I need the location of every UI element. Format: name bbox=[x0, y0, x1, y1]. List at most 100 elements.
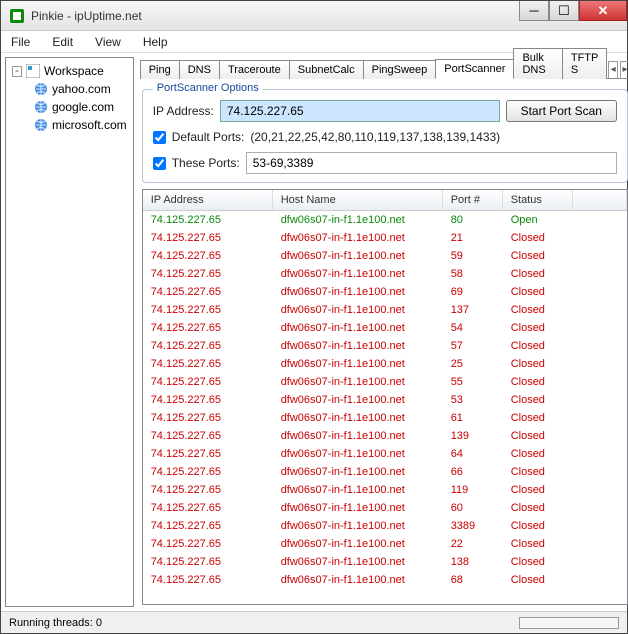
tree-root[interactable]: - Workspace bbox=[6, 62, 133, 80]
these-ports-checkbox[interactable] bbox=[153, 157, 166, 170]
cell-ip: 74.125.227.65 bbox=[143, 555, 273, 569]
these-ports-label: These Ports: bbox=[172, 156, 240, 170]
table-row[interactable]: 74.125.227.65dfw06s07-in-f1.1e100.net139… bbox=[143, 427, 627, 445]
cell-port: 53 bbox=[443, 393, 503, 407]
cell-host: dfw06s07-in-f1.1e100.net bbox=[273, 447, 443, 461]
cell-ip: 74.125.227.65 bbox=[143, 249, 273, 263]
table-row[interactable]: 74.125.227.65dfw06s07-in-f1.1e100.net53C… bbox=[143, 391, 627, 409]
table-row[interactable]: 74.125.227.65dfw06s07-in-f1.1e100.net21C… bbox=[143, 229, 627, 247]
close-button[interactable]: ✕ bbox=[579, 1, 627, 21]
cell-ip: 74.125.227.65 bbox=[143, 267, 273, 281]
tab-pingsweep[interactable]: PingSweep bbox=[363, 60, 437, 79]
cell-status: Closed bbox=[503, 411, 573, 425]
table-row[interactable]: 74.125.227.65dfw06s07-in-f1.1e100.net22C… bbox=[143, 535, 627, 553]
minimize-button[interactable]: ─ bbox=[519, 1, 549, 21]
table-row[interactable]: 74.125.227.65dfw06s07-in-f1.1e100.net64C… bbox=[143, 445, 627, 463]
workspace-tree: - Workspace yahoo.com google.com microso… bbox=[5, 57, 134, 607]
table-row[interactable]: 74.125.227.65dfw06s07-in-f1.1e100.net60C… bbox=[143, 499, 627, 517]
default-ports-label: Default Ports: bbox=[172, 130, 245, 144]
cell-port: 119 bbox=[443, 483, 503, 497]
host-icon bbox=[34, 82, 48, 96]
table-row[interactable]: 74.125.227.65dfw06s07-in-f1.1e100.net55C… bbox=[143, 373, 627, 391]
menu-help[interactable]: Help bbox=[143, 35, 168, 49]
cell-port: 60 bbox=[443, 501, 503, 515]
menu-view[interactable]: View bbox=[95, 35, 121, 49]
column-port[interactable]: Port # bbox=[443, 190, 503, 210]
table-row[interactable]: 74.125.227.65dfw06s07-in-f1.1e100.net57C… bbox=[143, 337, 627, 355]
tab-scroll-right[interactable]: ▸ bbox=[620, 61, 628, 79]
cell-port: 59 bbox=[443, 249, 503, 263]
tree-item[interactable]: yahoo.com bbox=[6, 80, 133, 98]
cell-port: 54 bbox=[443, 321, 503, 335]
table-header: IP Address Host Name Port # Status bbox=[143, 190, 627, 211]
cell-status: Closed bbox=[503, 537, 573, 551]
maximize-button[interactable]: ☐ bbox=[549, 1, 579, 21]
cell-port: 64 bbox=[443, 447, 503, 461]
results-table: IP Address Host Name Port # Status 74.12… bbox=[142, 189, 628, 605]
table-row[interactable]: 74.125.227.65dfw06s07-in-f1.1e100.net66C… bbox=[143, 463, 627, 481]
cell-port: 139 bbox=[443, 429, 503, 443]
table-row[interactable]: 74.125.227.65dfw06s07-in-f1.1e100.net69C… bbox=[143, 283, 627, 301]
tab-portscanner[interactable]: PortScanner bbox=[435, 59, 514, 79]
table-row[interactable]: 74.125.227.65dfw06s07-in-f1.1e100.net58C… bbox=[143, 265, 627, 283]
cell-port: 3389 bbox=[443, 519, 503, 533]
tab-ping[interactable]: Ping bbox=[140, 60, 180, 79]
table-row[interactable]: 74.125.227.65dfw06s07-in-f1.1e100.net138… bbox=[143, 553, 627, 571]
cell-ip: 74.125.227.65 bbox=[143, 537, 273, 551]
default-ports-checkbox[interactable] bbox=[153, 131, 166, 144]
cell-port: 58 bbox=[443, 267, 503, 281]
tab-bulkdns[interactable]: Bulk DNS bbox=[513, 48, 562, 79]
cell-ip: 74.125.227.65 bbox=[143, 501, 273, 515]
column-ip[interactable]: IP Address bbox=[143, 190, 273, 210]
default-ports-value: (20,21,22,25,42,80,110,119,137,138,139,1… bbox=[250, 130, 500, 144]
cell-status: Closed bbox=[503, 519, 573, 533]
cell-status: Closed bbox=[503, 339, 573, 353]
cell-status: Closed bbox=[503, 465, 573, 479]
cell-ip: 74.125.227.65 bbox=[143, 285, 273, 299]
menu-file[interactable]: File bbox=[11, 35, 30, 49]
table-row[interactable]: 74.125.227.65dfw06s07-in-f1.1e100.net137… bbox=[143, 301, 627, 319]
menu-edit[interactable]: Edit bbox=[52, 35, 73, 49]
tree-item[interactable]: microsoft.com bbox=[6, 116, 133, 134]
tree-item-label: microsoft.com bbox=[52, 118, 127, 132]
table-body[interactable]: 74.125.227.65dfw06s07-in-f1.1e100.net80O… bbox=[143, 211, 627, 604]
cell-status: Closed bbox=[503, 375, 573, 389]
table-row[interactable]: 74.125.227.65dfw06s07-in-f1.1e100.net68C… bbox=[143, 571, 627, 589]
table-row[interactable]: 74.125.227.65dfw06s07-in-f1.1e100.net61C… bbox=[143, 409, 627, 427]
tab-dns[interactable]: DNS bbox=[179, 60, 220, 79]
tab-scroll-left[interactable]: ◂ bbox=[608, 61, 618, 79]
cell-ip: 74.125.227.65 bbox=[143, 231, 273, 245]
table-row[interactable]: 74.125.227.65dfw06s07-in-f1.1e100.net25C… bbox=[143, 355, 627, 373]
cell-status: Closed bbox=[503, 249, 573, 263]
tree-item[interactable]: google.com bbox=[6, 98, 133, 116]
collapse-icon[interactable]: - bbox=[12, 66, 22, 77]
column-status[interactable]: Status bbox=[503, 190, 573, 210]
cell-status: Closed bbox=[503, 447, 573, 461]
cell-host: dfw06s07-in-f1.1e100.net bbox=[273, 357, 443, 371]
ip-address-input[interactable] bbox=[220, 100, 500, 122]
cell-status: Closed bbox=[503, 321, 573, 335]
table-row[interactable]: 74.125.227.65dfw06s07-in-f1.1e100.net54C… bbox=[143, 319, 627, 337]
table-row[interactable]: 74.125.227.65dfw06s07-in-f1.1e100.net80O… bbox=[143, 211, 627, 229]
table-row[interactable]: 74.125.227.65dfw06s07-in-f1.1e100.net119… bbox=[143, 481, 627, 499]
cell-ip: 74.125.227.65 bbox=[143, 447, 273, 461]
cell-ip: 74.125.227.65 bbox=[143, 573, 273, 587]
these-ports-input[interactable] bbox=[246, 152, 617, 174]
start-port-scan-button[interactable]: Start Port Scan bbox=[506, 100, 617, 122]
cell-ip: 74.125.227.65 bbox=[143, 519, 273, 533]
cell-port: 57 bbox=[443, 339, 503, 353]
cell-ip: 74.125.227.65 bbox=[143, 411, 273, 425]
table-row[interactable]: 74.125.227.65dfw06s07-in-f1.1e100.net59C… bbox=[143, 247, 627, 265]
ip-address-label: IP Address: bbox=[153, 104, 214, 118]
tree-item-label: google.com bbox=[52, 100, 114, 114]
column-host[interactable]: Host Name bbox=[273, 190, 443, 210]
tab-traceroute[interactable]: Traceroute bbox=[219, 60, 290, 79]
table-row[interactable]: 74.125.227.65dfw06s07-in-f1.1e100.net338… bbox=[143, 517, 627, 535]
cell-port: 22 bbox=[443, 537, 503, 551]
cell-host: dfw06s07-in-f1.1e100.net bbox=[273, 429, 443, 443]
tab-subnetcalc[interactable]: SubnetCalc bbox=[289, 60, 364, 79]
cell-ip: 74.125.227.65 bbox=[143, 303, 273, 317]
cell-status: Closed bbox=[503, 483, 573, 497]
tab-tftps[interactable]: TFTP S bbox=[562, 48, 607, 79]
cell-port: 55 bbox=[443, 375, 503, 389]
